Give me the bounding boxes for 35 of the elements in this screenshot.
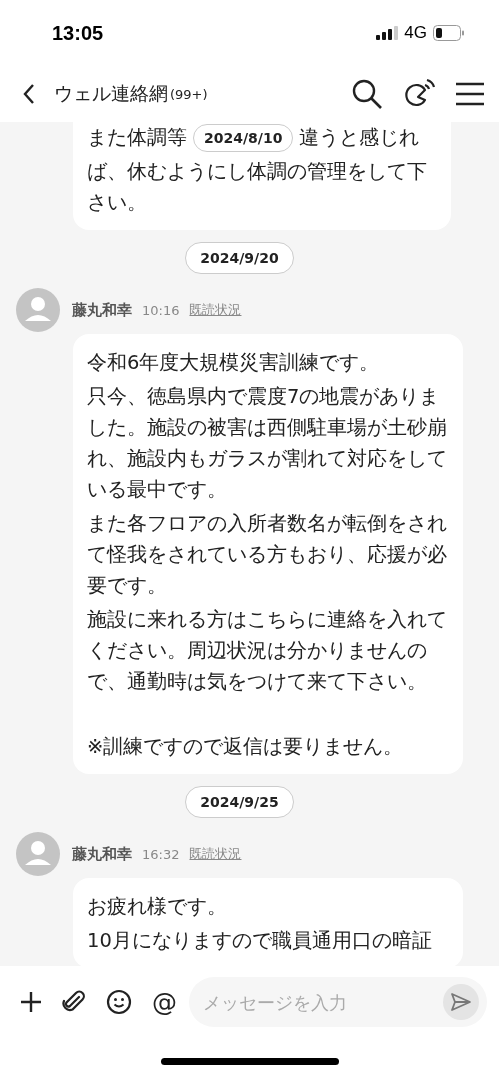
date-divider: 2024/8/10 xyxy=(193,123,294,152)
menu-icon[interactable] xyxy=(455,82,485,106)
message-field[interactable]: メッセージを入力 xyxy=(189,977,487,1027)
date-divider: 2024/9/20 xyxy=(185,242,294,274)
member-count: (99+) xyxy=(170,86,208,102)
message-text: お疲れ様です。 xyxy=(87,894,228,920)
plus-icon[interactable] xyxy=(20,991,42,1013)
network-type: 4G xyxy=(404,23,427,43)
message-text: また各フロアの入所者数名が転倒をされて怪我をされている方もおり、応援が必要です。 xyxy=(87,511,448,599)
mention-button[interactable]: @ xyxy=(152,987,177,1017)
signal-icon xyxy=(376,26,399,40)
chat-title: ウェル連絡網 xyxy=(54,81,168,106)
message-text: 10月になりますので職員通用口の暗証 xyxy=(87,928,433,954)
message-input[interactable]: メッセージを入力 xyxy=(201,990,443,1014)
read-status-link[interactable]: 既読状況 xyxy=(189,301,242,319)
message-text: ※訓練ですので返信は要りません。 xyxy=(87,734,405,760)
message-text: 只今、徳島県内で震度7の地震がありました。施設の被害は西側駐車場が土砂崩れ、施設内もガラスが割れて対応をしている最中です。 xyxy=(87,384,448,503)
message-text: 施設に来れる方はこちらに連絡を入れてください。周辺状況は分かりませんので、通勤時は気をつけて来て下さい。 xyxy=(87,607,448,695)
message-text: 令和6年度大規模災害訓練です。 xyxy=(87,350,381,376)
back-icon[interactable] xyxy=(22,83,36,105)
message-text: ば、休むようにし体調の管理をして下さい。 xyxy=(87,159,428,216)
smiley-icon[interactable] xyxy=(106,989,132,1015)
message-text: 違うと感じれ xyxy=(299,125,420,151)
battery-icon xyxy=(433,25,465,41)
read-status-link[interactable]: 既読状況 xyxy=(189,845,242,863)
search-icon[interactable] xyxy=(351,78,383,110)
send-icon xyxy=(450,992,472,1012)
status-time: 13:05 xyxy=(52,21,104,45)
send-button[interactable] xyxy=(443,984,479,1020)
sender-name: 藤丸和幸 xyxy=(72,844,132,864)
message-time: 10:16 xyxy=(142,302,180,318)
date-divider: 2024/9/25 xyxy=(185,786,294,818)
sender-name: 藤丸和幸 xyxy=(72,300,132,320)
message-text: また体調等 xyxy=(87,125,187,151)
message-time: 16:32 xyxy=(142,846,180,862)
